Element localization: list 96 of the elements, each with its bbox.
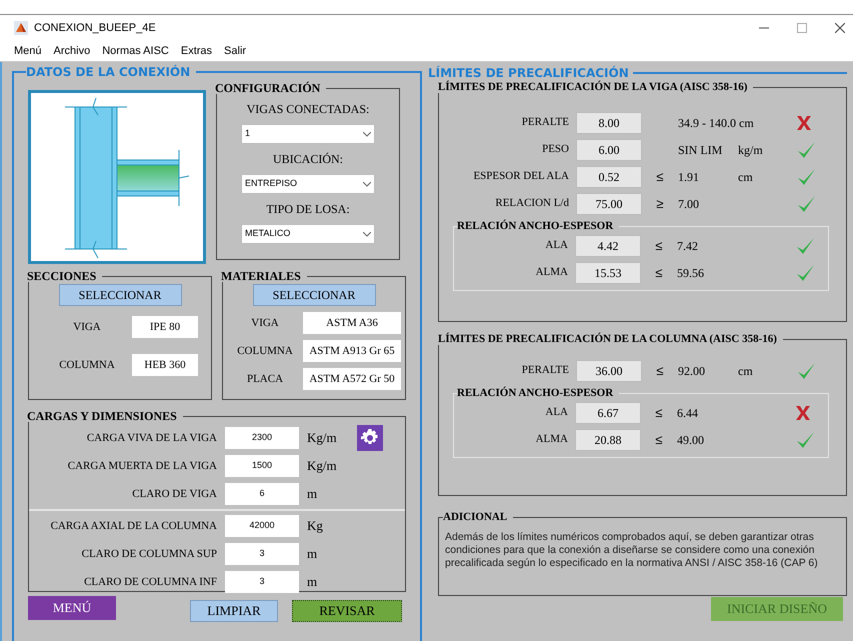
menu-item[interactable]: Salir — [224, 42, 246, 60]
value-field: 0.52 — [576, 166, 642, 188]
limit-value: 92.00 — [678, 362, 706, 380]
unit-label: m — [307, 545, 318, 564]
limit-value: 49.00 — [677, 432, 705, 448]
field-label: CLARO DE COLUMNA INF — [83, 574, 217, 590]
operator-symbol: ≥ — [655, 194, 665, 213]
limit-value: 34.9 - 140.0 cm — [678, 114, 755, 132]
unit-label: Kg — [307, 517, 324, 536]
check-label: ALA — [544, 238, 568, 254]
menu-item[interactable]: Normas AISC — [102, 42, 169, 60]
check-label: RELACION L/d — [494, 196, 569, 212]
dropdown-label: TIPO DE LOSA: — [266, 201, 350, 218]
window-title: CONEXION_BUEEP_4E — [34, 20, 156, 36]
unit-label: m — [307, 485, 318, 504]
field-label: CLARO DE COLUMNA SUP — [80, 546, 217, 562]
field-label: VIGA — [250, 316, 280, 331]
group-title: MATERIALES — [221, 270, 302, 282]
group-title: LÍMITES DE PRECALIFICACIÓN DE LA VIGA (AISC 358-16) — [438, 82, 748, 93]
menu-item[interactable]: Extras — [180, 42, 212, 60]
value-field: 20.88 — [575, 428, 641, 450]
operator-symbol: ≤ — [654, 236, 664, 255]
operator-symbol: ≤ — [655, 362, 665, 380]
check-label: ALA — [544, 405, 568, 420]
settings-icon — [361, 429, 378, 444]
operator-symbol: ≤ — [654, 404, 664, 422]
group-title: ADICIONAL — [443, 512, 508, 523]
close-icon[interactable] — [835, 23, 845, 33]
unit-label: Kg/m — [307, 457, 338, 476]
text-field[interactable]: 3 — [225, 543, 299, 565]
value-field: 36.00 — [576, 360, 642, 382]
operator-symbol: ≤ — [654, 264, 664, 282]
select-button[interactable]: SELECCIONAR — [58, 284, 182, 306]
value-field: 75.00 — [576, 192, 642, 214]
text-field[interactable]: 42000 — [225, 515, 299, 537]
field-label: COLUMNA — [236, 344, 294, 359]
app-icon — [14, 21, 28, 35]
limit-value: 59.56 — [677, 264, 705, 282]
dropdown[interactable]: ENTREPISO — [241, 174, 375, 194]
limit-value: SIN LIM — [678, 142, 724, 158]
dropdown[interactable]: METALICO — [241, 224, 375, 244]
group-title: DATOS DE LA CONEXIÓN — [26, 66, 192, 78]
text-field[interactable]: 6 — [225, 483, 299, 505]
check-label: ALMA — [534, 432, 568, 448]
group-title: LÍMITES DE PRECALIFICACIÓN — [428, 64, 630, 80]
limit-value: 7.00 — [678, 196, 700, 212]
group-title: RELACIÓN ANCHO-ESPESOR — [457, 221, 614, 232]
value-field: 6.67 — [575, 402, 641, 424]
text-field[interactable]: 1500 — [225, 455, 299, 477]
check-label: PERALTE — [520, 115, 569, 130]
text-field[interactable]: 2300 — [225, 427, 299, 449]
chevron-down-icon — [360, 232, 374, 236]
value-field: 4.42 — [575, 234, 641, 256]
group-title: SECCIONES — [27, 270, 98, 282]
field-label: COLUMNA — [58, 358, 116, 373]
settings-button[interactable] — [357, 425, 383, 451]
field-label: PLACA — [246, 372, 284, 387]
menu-item[interactable]: Archivo — [54, 42, 90, 60]
group-title: CARGAS Y DIMENSIONES — [27, 410, 178, 422]
unit-label: kg/m — [738, 142, 764, 158]
operator-symbol: ≤ — [655, 168, 665, 186]
info-paragraph: Además de los límites numéricos comprobados aquí, se deben garantizar otras condiciones para que la conexión a diseñarse se considere como una conexión precalificada según lo especificado en la normativa ANSI / AISC 358-16 (CAP 6) — [445, 531, 819, 570]
check-label: ESPESOR DEL ALA — [472, 169, 569, 184]
check-button[interactable]: REVISAR — [292, 600, 402, 622]
field-label: CARGA AXIAL DE LA COLUMNA — [50, 518, 217, 534]
field-label: CARGA MUERTA DE LA VIGA — [66, 458, 217, 474]
group-title: RELACIÓN ANCHO-ESPESOR — [457, 388, 614, 399]
unit-label: m — [307, 573, 318, 592]
limit-value: 6.44 — [677, 404, 699, 422]
value-field: 8.00 — [576, 112, 642, 134]
limit-value: 7.42 — [677, 238, 699, 254]
text-field[interactable]: 3 — [225, 571, 299, 593]
value-field: 6.00 — [576, 138, 642, 160]
dropdown-label: UBICACIÓN: — [272, 151, 343, 168]
field-label: CLARO DE VIGA — [131, 486, 217, 502]
menu-button[interactable]: MENÚ — [28, 596, 116, 620]
menu-item[interactable]: Menú — [14, 42, 42, 60]
unit-label: cm — [738, 362, 754, 380]
select-button[interactable]: SELECCIONAR — [252, 284, 376, 306]
dropdown[interactable]: 1 — [241, 124, 375, 144]
limit-value: 1.91 — [678, 168, 700, 186]
chevron-down-icon — [360, 132, 374, 136]
check-label: ALMA — [534, 265, 568, 280]
unit-label: Kg/m — [307, 429, 338, 448]
chevron-down-icon — [360, 182, 374, 186]
field-label: CARGA VIVA DE LA VIGA — [86, 430, 217, 446]
dropdown-label: VIGAS CONECTADAS: — [246, 101, 370, 118]
check-label: PERALTE — [520, 363, 569, 378]
group-title: CONFIGURACIÓN — [215, 82, 322, 94]
group-title: LÍMITES DE PRECALIFICACIÓN DE LA COLUMNA (AISC 358-16) — [438, 334, 778, 345]
clear-button[interactable]: LIMPIAR — [190, 600, 278, 622]
value-field: 15.53 — [575, 262, 641, 284]
operator-symbol: ≤ — [654, 430, 664, 449]
check-label: PESO — [541, 142, 569, 158]
unit-label: cm — [738, 168, 754, 186]
field-label: VIGA — [72, 320, 102, 335]
